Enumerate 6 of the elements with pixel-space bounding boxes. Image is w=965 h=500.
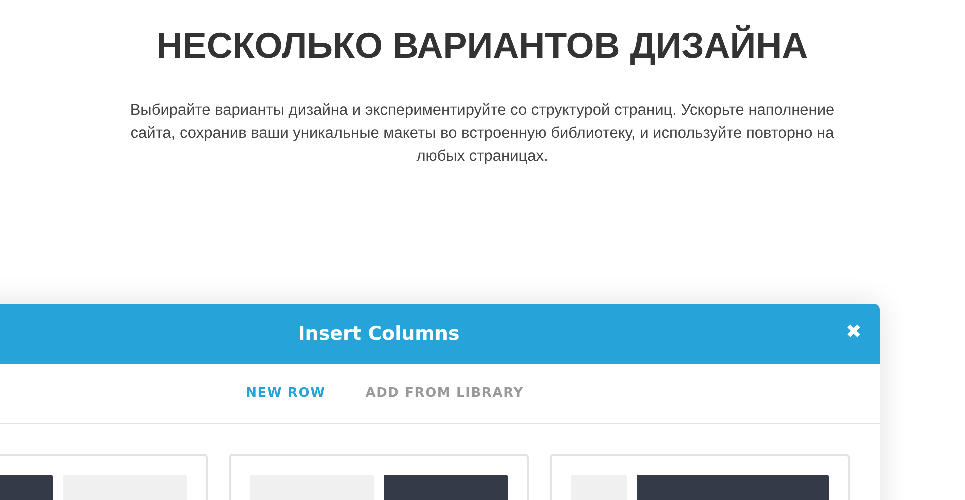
page-description: Выбирайте варианты дизайна и экспериментируйте со структурой страниц. Ускорьте наполнение сайта, сохранив ваши уникальные макеты во встроенную библиотеку, и используйте повторно на любых страницах. (129, 101, 836, 167)
dialog-title: Insert Columns (298, 323, 460, 345)
dialog-tab[interactable]: ADD FROM LIBRARY (366, 386, 524, 401)
dialog-tab[interactable]: NEW ROW (246, 386, 326, 401)
close-button[interactable]: ✖ (846, 322, 862, 344)
page-heading: НЕСКОЛЬКО ВАРИАНТОВ ДИЗАЙНА (156, 24, 810, 68)
